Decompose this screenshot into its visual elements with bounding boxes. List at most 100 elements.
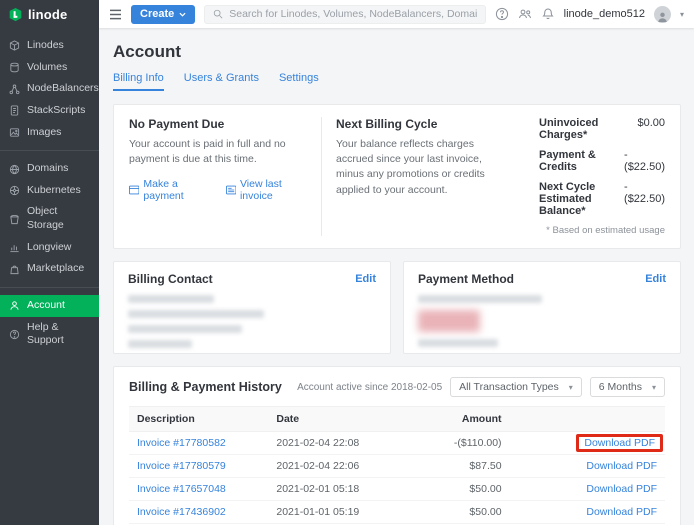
search-bar[interactable]	[204, 5, 485, 24]
sidebar-item-volumes[interactable]: Volumes	[0, 57, 99, 79]
col-description: Description	[129, 407, 268, 432]
cube-icon	[9, 40, 20, 51]
topbar: Create linode_demo512	[99, 0, 694, 28]
sidebar-item-stackscripts[interactable]: StackScripts	[0, 100, 99, 122]
redacted-contact-line	[128, 325, 242, 333]
view-last-invoice-label: View last invoice	[240, 178, 307, 202]
sidebar-item-label: Help & Support	[27, 321, 90, 348]
person-icon	[656, 10, 669, 23]
tab-billing-info[interactable]: Billing Info	[113, 72, 164, 91]
table-row: Invoice #17780582 2021-02-04 22:08 -($11…	[129, 432, 665, 455]
sidebar-item-longview[interactable]: Longview	[0, 237, 99, 259]
help-circle-icon	[9, 329, 20, 340]
billing-history-title: Billing & Payment History	[129, 380, 282, 394]
redacted-card-logo	[418, 310, 480, 332]
create-button[interactable]: Create	[131, 5, 195, 24]
redacted-payment-line	[418, 295, 542, 303]
billing-summary-card: No Payment Due Your account is paid in f…	[113, 104, 681, 249]
tab-bar: Billing Info Users & Grants Settings	[113, 72, 681, 91]
invoice-link[interactable]: Invoice #17780579	[137, 460, 226, 472]
redacted-contact-line	[128, 340, 192, 348]
download-pdf-link[interactable]: Download PDF	[586, 460, 657, 472]
no-payment-due-title: No Payment Due	[129, 117, 307, 131]
wheel-icon	[9, 185, 20, 196]
contact-payment-row: Billing Contact Edit Payment Method Edit	[113, 261, 681, 354]
table-header-row: Description Date Amount	[129, 407, 665, 432]
highlight-annotation: Download PDF	[576, 434, 663, 452]
uninvoiced-charges-value: $0.00	[637, 117, 665, 141]
sidebar-item-nodebalancers[interactable]: NodeBalancers	[0, 78, 99, 100]
sidebar-item-images[interactable]: Images	[0, 122, 99, 144]
chevron-down-icon: ▾	[652, 383, 656, 392]
help-icon[interactable]	[495, 7, 509, 21]
chevron-down-icon	[179, 12, 186, 17]
sidebar-item-domains[interactable]: Domains	[0, 158, 99, 180]
chevron-down-icon[interactable]: ▾	[680, 10, 684, 19]
date-range-value: 6 Months	[599, 381, 642, 393]
download-pdf-link[interactable]: Download PDF	[586, 506, 657, 518]
sidebar-item-account[interactable]: Account	[0, 295, 99, 317]
uninvoiced-charges-row: Uninvoiced Charges* $0.00	[539, 117, 665, 141]
menu-icon[interactable]	[109, 9, 122, 20]
invoice-amount: $87.50	[418, 455, 509, 478]
sidebar-item-help-support[interactable]: Help & Support	[0, 317, 99, 352]
invoice-amount: $50.00	[418, 478, 509, 501]
linode-logo[interactable]: linode	[0, 0, 99, 28]
payment-credits-row: Payment & Credits -($22.50)	[539, 149, 665, 173]
tab-settings[interactable]: Settings	[279, 72, 319, 91]
transaction-type-select[interactable]: All Transaction Types ▾	[450, 377, 582, 397]
credit-card-icon	[129, 185, 139, 195]
edit-billing-contact-link[interactable]: Edit	[355, 273, 376, 285]
bucket-icon	[9, 214, 20, 225]
invoice-amount: $50.00	[418, 501, 509, 524]
script-icon	[9, 105, 20, 116]
table-row: Invoice #17657048 2021-02-01 05:18 $50.0…	[129, 478, 665, 501]
image-icon	[9, 127, 20, 138]
sidebar-item-label: StackScripts	[27, 104, 85, 118]
invoice-date: 2021-02-04 22:06	[268, 455, 418, 478]
sidebar-nav: Linodes Volumes NodeBalancers StackScrip…	[0, 28, 99, 352]
col-amount: Amount	[418, 407, 509, 432]
billing-history-table: Description Date Amount Invoice #1778058…	[129, 406, 665, 525]
date-range-select[interactable]: 6 Months ▾	[590, 377, 665, 397]
billing-history-header: Billing & Payment History Account active…	[129, 377, 665, 397]
make-payment-link[interactable]: Make a payment	[129, 178, 211, 202]
username[interactable]: linode_demo512	[564, 8, 645, 20]
person-icon	[9, 300, 20, 311]
download-pdf-link[interactable]: Download PDF	[586, 483, 657, 495]
sidebar-item-label: Object Storage	[27, 205, 90, 232]
app-window: linode Linodes Volumes NodeBalancers Sta…	[0, 0, 694, 525]
notifications-bell-icon[interactable]	[541, 7, 555, 21]
redacted-payment-line	[418, 339, 498, 347]
next-billing-cycle-section: Next Billing Cycle Your balance reflects…	[321, 117, 517, 236]
sidebar-item-label: Images	[27, 126, 61, 140]
redacted-contact-line	[128, 310, 264, 318]
tab-users-grants[interactable]: Users & Grants	[184, 72, 259, 91]
search-input[interactable]	[229, 8, 476, 20]
payment-credits-value: -($22.50)	[624, 149, 665, 173]
estimated-usage-footnote: * Based on estimated usage	[539, 225, 665, 236]
sidebar-item-label: Account	[27, 299, 65, 313]
linode-logo-icon	[8, 7, 23, 22]
sidebar-item-linodes[interactable]: Linodes	[0, 35, 99, 57]
chevron-down-icon: ▾	[569, 383, 573, 392]
edit-payment-method-link[interactable]: Edit	[645, 273, 666, 285]
sidebar-item-object-storage[interactable]: Object Storage	[0, 201, 99, 236]
invoice-link[interactable]: Invoice #17436902	[137, 506, 226, 518]
invoice-link[interactable]: Invoice #17780582	[137, 437, 226, 449]
view-last-invoice-link[interactable]: View last invoice	[226, 178, 307, 202]
payment-credits-label: Payment & Credits	[539, 149, 624, 173]
no-payment-due-section: No Payment Due Your account is paid in f…	[129, 117, 321, 236]
invoice-link[interactable]: Invoice #17657048	[137, 483, 226, 495]
sidebar-item-label: Linodes	[27, 39, 64, 53]
sidebar-item-label: NodeBalancers	[27, 82, 99, 96]
avatar[interactable]	[654, 6, 671, 23]
download-pdf-link[interactable]: Download PDF	[584, 437, 655, 449]
account-page: Account Billing Info Users & Grants Sett…	[99, 28, 694, 525]
community-icon[interactable]	[518, 7, 532, 21]
database-icon	[9, 62, 20, 73]
sidebar-divider	[0, 287, 99, 288]
sidebar-item-marketplace[interactable]: Marketplace	[0, 258, 99, 280]
logo-text: linode	[28, 7, 67, 22]
sidebar-item-kubernetes[interactable]: Kubernetes	[0, 180, 99, 202]
